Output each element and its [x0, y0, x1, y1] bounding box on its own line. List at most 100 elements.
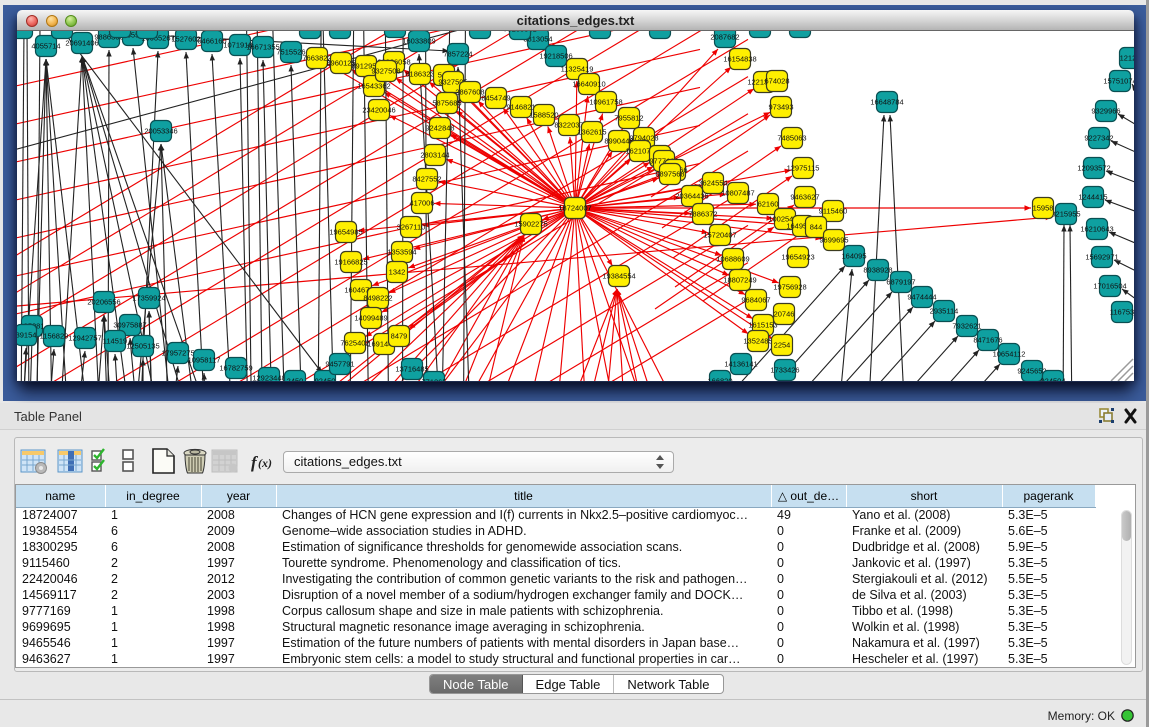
svg-text:7955812: 7955812	[614, 114, 643, 123]
svg-text:2867608: 2867608	[455, 88, 484, 97]
svg-text:19384554: 19384554	[602, 272, 635, 281]
svg-text:1244415: 1244415	[1078, 193, 1107, 202]
svg-text:03413164: 03413164	[463, 31, 496, 33]
svg-text:1362615: 1362615	[577, 128, 606, 137]
svg-text:8498222: 8498222	[363, 294, 392, 303]
svg-text:12975115: 12975115	[787, 164, 820, 173]
svg-text:17359924: 17359924	[132, 294, 165, 303]
svg-text:9329966: 9329966	[1091, 107, 1120, 116]
svg-text:9227342: 9227342	[1084, 134, 1113, 143]
svg-text:417006: 417006	[409, 199, 434, 208]
svg-text:3267110: 3267110	[397, 223, 426, 232]
svg-text:3624554: 3624554	[698, 179, 727, 188]
svg-text:2254: 2254	[774, 341, 791, 350]
svg-text:15902275: 15902275	[514, 220, 547, 229]
svg-text:18724007: 18724007	[558, 204, 591, 213]
svg-text:6897568: 6897568	[655, 170, 684, 179]
svg-text:59407816: 59407816	[323, 31, 356, 33]
svg-text:973493: 973493	[768, 103, 793, 112]
svg-text:20053346: 20053346	[144, 127, 177, 136]
svg-text:20364436: 20364436	[675, 192, 708, 201]
svg-text:1588520: 1588520	[529, 111, 558, 120]
svg-text:10807487: 10807487	[721, 189, 754, 198]
svg-text:19654923: 19654923	[781, 253, 814, 262]
svg-text:41395376: 41395376	[743, 31, 776, 32]
svg-text:1527602: 1527602	[171, 35, 200, 44]
svg-text:11325419: 11325419	[561, 65, 594, 74]
svg-text:9474444: 9474444	[907, 293, 936, 302]
svg-text:8186323: 8186323	[405, 70, 434, 79]
svg-text:10688609: 10688609	[716, 255, 749, 264]
svg-text:1352485: 1352485	[743, 337, 772, 346]
svg-text:1353594: 1353594	[387, 248, 416, 257]
svg-text:8215955: 8215955	[1051, 210, 1080, 219]
svg-text:16648784: 16648784	[870, 98, 903, 107]
svg-text:114519: 114519	[103, 337, 127, 346]
svg-text:8454749: 8454749	[481, 94, 510, 103]
svg-text:92832764: 92832764	[583, 31, 616, 33]
svg-text:674028: 674028	[764, 77, 789, 86]
svg-text:19218506: 19218506	[539, 52, 572, 61]
svg-text:75255341: 75255341	[503, 31, 536, 34]
svg-text:8938928: 8938928	[863, 266, 892, 275]
svg-text:10961758: 10961758	[589, 98, 622, 107]
svg-text:12942757: 12942757	[68, 334, 101, 343]
svg-text:18807249: 18807249	[723, 276, 756, 285]
svg-text:19166825: 19166825	[334, 258, 367, 267]
svg-text:12128: 12128	[1120, 54, 1134, 63]
svg-text:16671355: 16671355	[246, 43, 279, 52]
svg-text:19654985: 19654985	[329, 228, 362, 237]
svg-text:4055714: 4055714	[31, 42, 60, 51]
svg-text:9684067: 9684067	[741, 296, 770, 305]
svg-text:(x): (x)	[258, 456, 272, 470]
svg-text:16154838: 16154838	[723, 55, 756, 64]
svg-text:10433218: 10433218	[17, 31, 39, 33]
svg-text:12923448: 12923448	[252, 374, 285, 382]
svg-text:844: 844	[810, 223, 823, 232]
svg-text:8427552: 8427552	[412, 175, 441, 184]
svg-text:771265: 771265	[421, 378, 446, 382]
svg-text:9327508: 9327508	[371, 67, 400, 76]
svg-text:9699695: 9699695	[819, 236, 848, 245]
svg-text:9115460: 9115460	[819, 207, 848, 216]
svg-text:17016504: 17016504	[1093, 282, 1126, 291]
svg-text:16543362: 16543362	[357, 82, 390, 91]
svg-text:1615153: 1615153	[748, 321, 777, 330]
svg-text:72423884: 72423884	[783, 31, 816, 32]
svg-text:12093572: 12093572	[1077, 164, 1110, 173]
svg-text:12505135: 12505135	[126, 342, 159, 351]
svg-text:9242848: 9242848	[425, 124, 454, 133]
svg-text:20206556: 20206556	[87, 298, 120, 307]
svg-text:10958117: 10958117	[188, 356, 221, 365]
svg-text:1342: 1342	[389, 268, 406, 277]
svg-text:15958: 15958	[1033, 204, 1054, 213]
svg-text:10654112: 10654112	[993, 350, 1026, 359]
svg-text:2803144: 2803144	[420, 151, 449, 160]
svg-text:6879197: 6879197	[886, 278, 915, 287]
svg-text:7485063: 7485063	[777, 134, 806, 143]
svg-text:16210643: 16210643	[1080, 225, 1113, 234]
svg-text:16640910: 16640910	[572, 80, 605, 89]
svg-text:8479: 8479	[391, 332, 408, 341]
svg-text:23511615: 23511615	[294, 31, 327, 33]
svg-text:92450: 92450	[315, 377, 336, 382]
svg-text:5875685: 5875685	[432, 99, 461, 108]
svg-text:20746: 20746	[774, 310, 795, 319]
svg-text:23420046: 23420046	[362, 106, 395, 115]
svg-text:19600133: 19600133	[45, 31, 78, 33]
svg-text:1733426: 1733426	[770, 366, 799, 375]
svg-text:18495931: 18495931	[378, 31, 411, 32]
svg-text:2450: 2450	[287, 377, 304, 382]
svg-text:13716485: 13716485	[395, 365, 428, 374]
svg-text:7857224: 7857224	[443, 50, 472, 59]
svg-text:83503056: 83503056	[643, 31, 676, 33]
svg-text:39154: 39154	[17, 331, 36, 340]
svg-text:19756928: 19756928	[773, 283, 806, 292]
svg-text:9457791: 9457791	[325, 360, 354, 369]
svg-text:15751074: 15751074	[1103, 77, 1134, 86]
svg-text:16782759: 16782759	[219, 364, 252, 373]
svg-text:7886372: 7886372	[688, 210, 717, 219]
svg-text:8471676: 8471676	[973, 336, 1002, 345]
svg-text:14136141: 14136141	[724, 360, 757, 369]
svg-text:30975887: 30975887	[113, 321, 146, 330]
